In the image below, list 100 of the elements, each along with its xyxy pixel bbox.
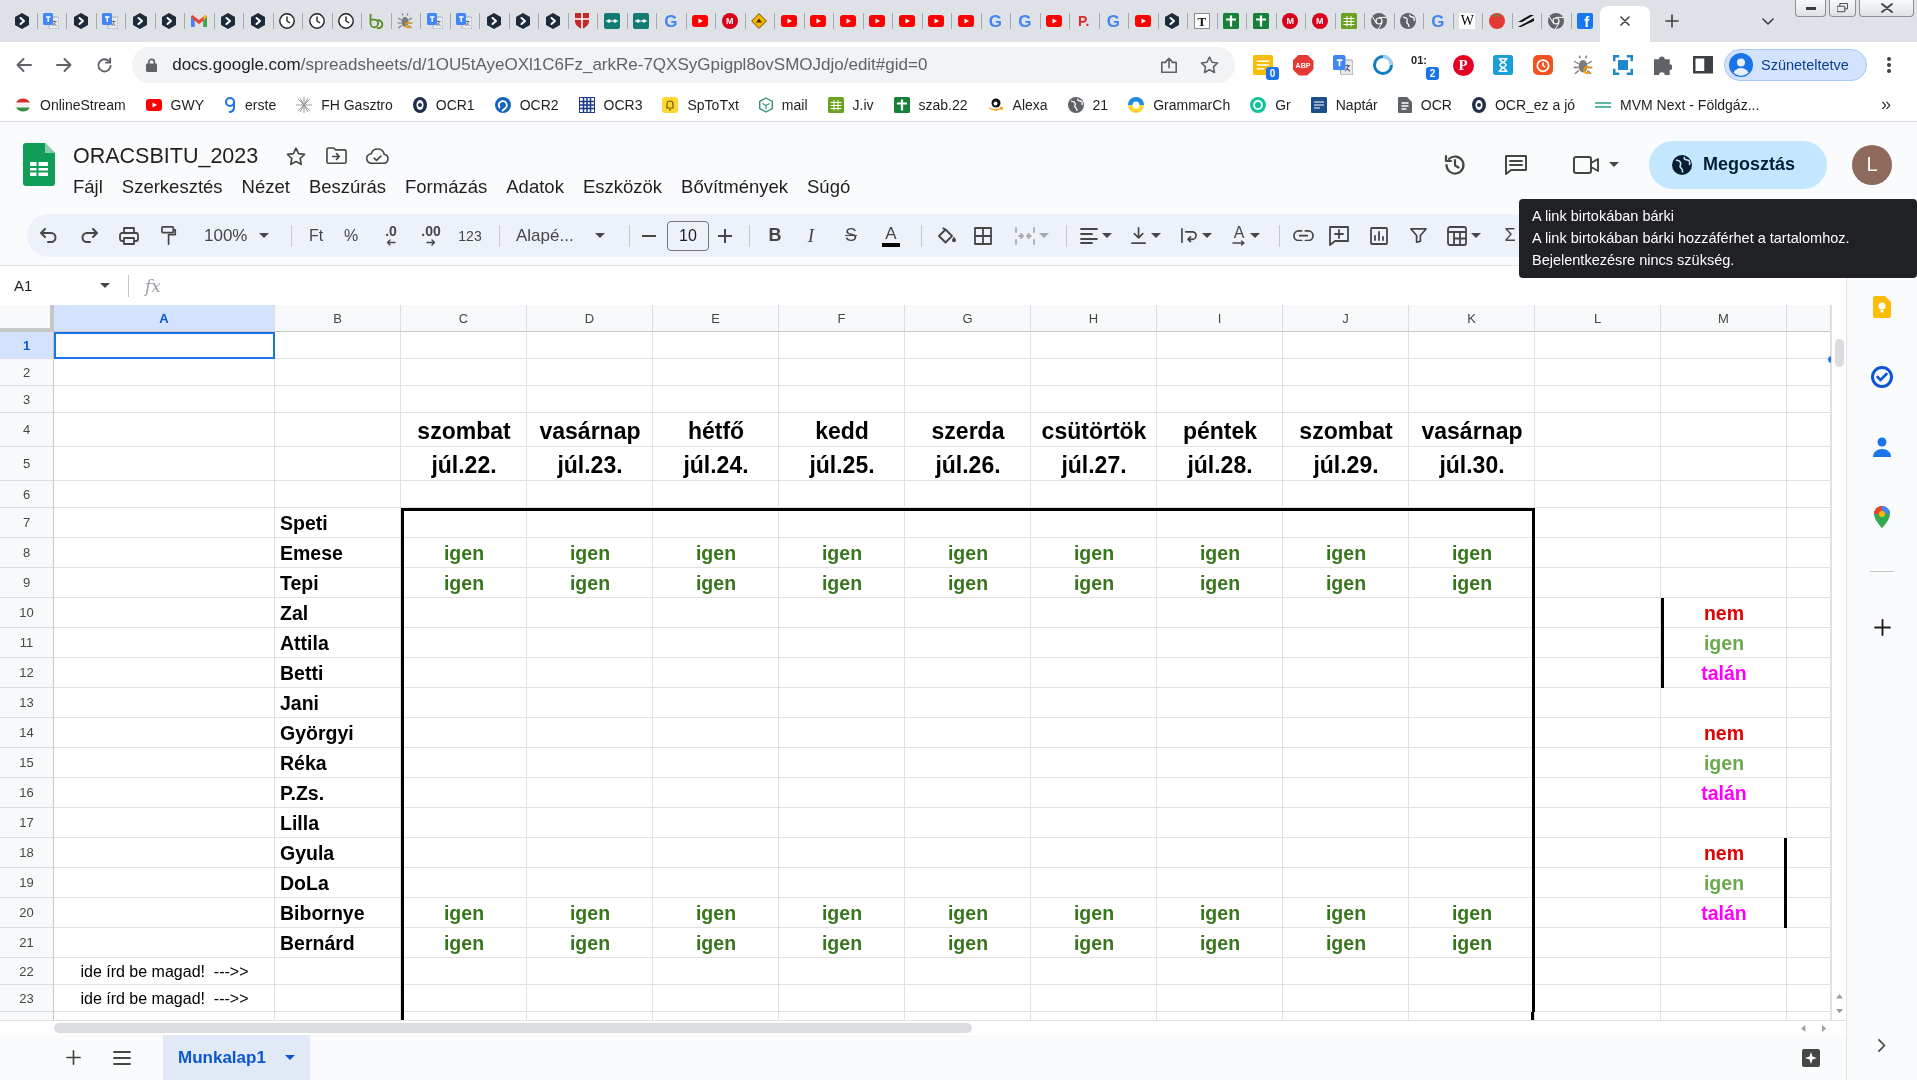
spreadsheet-cell[interactable]: nem xyxy=(1661,598,1787,628)
row-header[interactable]: 4 xyxy=(0,413,54,447)
spreadsheet-cell[interactable]: Györgyi xyxy=(275,718,401,748)
menu-item[interactable]: Szerkesztés xyxy=(121,174,223,200)
menu-item[interactable]: Beszúrás xyxy=(308,174,387,200)
spreadsheet-cell[interactable]: igen xyxy=(905,898,1031,928)
spreadsheet-cell[interactable]: igen xyxy=(1157,928,1283,958)
sheet-tab[interactable]: Munkalap1 xyxy=(163,1035,310,1080)
spreadsheet-cell[interactable]: Attila xyxy=(275,628,401,658)
spreadsheet-cell[interactable]: hétfő xyxy=(653,413,779,447)
minimize-button[interactable] xyxy=(1795,0,1826,17)
strikethrough-button[interactable]: S xyxy=(831,219,871,252)
functions-button[interactable]: Σ xyxy=(1491,219,1529,252)
spreadsheet-cell[interactable]: igen xyxy=(1409,898,1535,928)
row-header[interactable]: 6 xyxy=(0,481,54,508)
percent-button[interactable]: % xyxy=(331,219,371,252)
spreadsheet-cell[interactable]: szombat xyxy=(401,413,527,447)
bookmark[interactable]: OCR_ez a jó xyxy=(1471,90,1576,119)
spreadsheet-cell[interactable]: júl.28. xyxy=(1157,447,1283,481)
spreadsheet-cell[interactable]: júl.27. xyxy=(1031,447,1157,481)
column-header[interactable]: C xyxy=(401,305,527,332)
spreadsheet-cell[interactable]: igen xyxy=(1283,898,1409,928)
share-button[interactable]: Megosztás xyxy=(1649,140,1827,189)
spreadsheet-cell[interactable]: igen xyxy=(779,928,905,958)
spreadsheet-cell[interactable]: igen xyxy=(779,898,905,928)
bookmark[interactable]: SpToTxt xyxy=(662,90,739,119)
menu-item[interactable]: Formázás xyxy=(405,174,488,200)
text-rotation-button[interactable]: A xyxy=(1221,219,1271,252)
spreadsheet-cell[interactable]: igen xyxy=(1031,538,1157,568)
spreadsheet-cell[interactable]: igen xyxy=(527,568,653,598)
spreadsheet-cell[interactable]: igen xyxy=(1157,898,1283,928)
spreadsheet-cell[interactable]: igen xyxy=(401,928,527,958)
spreadsheet-cell[interactable]: igen xyxy=(905,538,1031,568)
decrease-decimals-button[interactable]: .0 xyxy=(371,219,411,252)
spreadsheet-cell[interactable] xyxy=(54,332,275,359)
spreadsheet-cell[interactable]: júl.30. xyxy=(1409,447,1535,481)
row-header[interactable]: 18 xyxy=(0,838,54,868)
spreadsheet-cell[interactable]: kedd xyxy=(779,413,905,447)
spreadsheet-cell[interactable]: igen xyxy=(653,538,779,568)
bookmark[interactable]: OCR2 xyxy=(494,90,559,119)
spreadsheet-cell[interactable]: igen xyxy=(401,898,527,928)
row-header[interactable]: 11 xyxy=(0,628,54,658)
bookmark[interactable]: OCR1 xyxy=(412,90,475,119)
spreadsheet-cell[interactable]: igen xyxy=(1283,928,1409,958)
profile-button[interactable]: Szüneteltetve xyxy=(1724,49,1867,81)
browser-tab[interactable]: W xyxy=(1452,0,1482,42)
spreadsheet-cell[interactable]: ide írd be magad! --->> xyxy=(54,958,275,985)
row-header[interactable]: 3 xyxy=(0,386,54,413)
spreadsheet-cell[interactable]: Jani xyxy=(275,688,401,718)
spreadsheet-cell[interactable]: igen xyxy=(653,928,779,958)
column-header[interactable]: M xyxy=(1661,305,1787,332)
spreadsheet-cell[interactable]: igen xyxy=(779,538,905,568)
address-bar[interactable]: docs.google.com/spreadsheets/d/1OU5tAyeOXl1C6Fz_arkRe-7QXSyGpigpl8ovSMOJdjo/edit#gid=0 xyxy=(132,47,1235,83)
row-header[interactable]: 8 xyxy=(0,538,54,568)
extension-button[interactable]: 01: 2 xyxy=(1403,49,1443,81)
spreadsheet-cell[interactable]: júl.23. xyxy=(527,447,653,481)
spreadsheet-cell[interactable]: Gyula xyxy=(275,838,401,868)
bookmark[interactable]: erste xyxy=(224,90,277,119)
browser-tab[interactable]: M xyxy=(1275,0,1305,42)
spreadsheet-cell[interactable]: igen xyxy=(527,898,653,928)
currency-button[interactable]: Ft xyxy=(301,219,331,252)
spreadsheet-cell[interactable]: igen xyxy=(1409,568,1535,598)
spreadsheet-cell[interactable]: júl.25. xyxy=(779,447,905,481)
scrollbar-thumb[interactable] xyxy=(54,1023,972,1033)
bookmark[interactable]: J.iv xyxy=(827,90,874,119)
spreadsheet-cell[interactable]: DoLa xyxy=(275,868,401,898)
browser-tab[interactable]: P. xyxy=(1069,0,1099,42)
document-title[interactable]: ORACSBITU_2023 xyxy=(73,143,259,169)
extension-button[interactable]: 0 xyxy=(1243,49,1283,81)
name-box[interactable]: A1 xyxy=(6,271,118,300)
bookmark[interactable]: Naptár xyxy=(1310,90,1378,119)
spreadsheet-cell[interactable]: ide írd be magad! --->> xyxy=(54,985,275,1012)
spreadsheet-cell[interactable]: igen xyxy=(401,568,527,598)
font-dropdown[interactable]: Alapé... xyxy=(509,219,619,252)
spreadsheet-cell[interactable]: igen xyxy=(1409,928,1535,958)
spreadsheet-cell[interactable]: igen xyxy=(1283,538,1409,568)
spreadsheet-cell[interactable]: igen xyxy=(1409,538,1535,568)
spreadsheet-cell[interactable]: P.Zs. xyxy=(275,778,401,808)
text-color-button[interactable]: A xyxy=(871,219,911,252)
spreadsheet-cell[interactable]: csütörtök xyxy=(1031,413,1157,447)
restore-button[interactable] xyxy=(1829,0,1856,17)
bookmark[interactable]: GWY xyxy=(145,90,205,119)
bookmark[interactable]: OCR3 xyxy=(578,90,643,119)
spreadsheet-cell[interactable]: Réka xyxy=(275,748,401,778)
spreadsheet-cell[interactable]: nem xyxy=(1661,838,1787,868)
spreadsheet-cell[interactable]: igen xyxy=(1031,568,1157,598)
spreadsheet-cell[interactable]: igen xyxy=(905,928,1031,958)
row-header[interactable]: 12 xyxy=(0,658,54,688)
browser-tab[interactable]: f xyxy=(1570,0,1600,42)
column-header[interactable]: A xyxy=(54,305,275,332)
spreadsheet-cell[interactable]: Bernárd xyxy=(275,928,401,958)
spreadsheet-cell[interactable]: igen xyxy=(1031,928,1157,958)
menu-item[interactable]: Fájl xyxy=(73,174,103,200)
spreadsheet-cell[interactable]: péntek xyxy=(1157,413,1283,447)
spreadsheet-cell[interactable]: Bibornye xyxy=(275,898,401,928)
menu-item[interactable]: Bővítmények xyxy=(681,174,788,200)
bookmark[interactable]: mail xyxy=(758,90,808,119)
spreadsheet-cell[interactable]: júl.26. xyxy=(905,447,1031,481)
bookmark[interactable]: OnlineStream xyxy=(15,90,126,119)
spreadsheet-cell[interactable] xyxy=(1409,508,1535,538)
